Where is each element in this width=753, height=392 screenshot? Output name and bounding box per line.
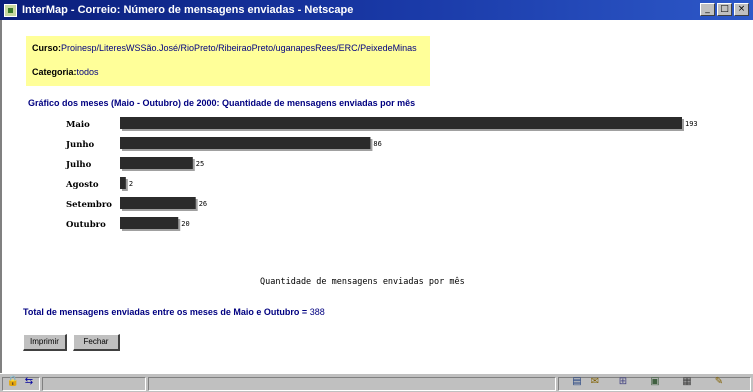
window-title-bar[interactable]: InterMap - Correio: Número de mensagens … [0, 0, 753, 20]
page-content: Curso:Proinesp/LiteresWSSão.José/RioPret… [0, 20, 753, 373]
bar-outubro [120, 217, 179, 229]
bar-maio [120, 117, 682, 129]
edit-icon[interactable]: ✎ [712, 376, 726, 388]
window-title: InterMap - Correio: Número de mensagens … [22, 4, 354, 16]
maximize-button[interactable]: □ [717, 3, 732, 16]
bar-setembro [120, 197, 196, 209]
mail-icon[interactable]: ✉ [588, 376, 602, 388]
value-label-junho: 86 [373, 140, 381, 148]
category-label-julho: Julho [65, 160, 92, 170]
close-button[interactable]: Fechar [73, 334, 120, 351]
value-label-julho: 25 [196, 160, 204, 168]
category-label-maio: Maio [66, 120, 90, 130]
category-label-setembro: Setembro [66, 200, 112, 210]
window-controls: _ □ × [700, 3, 749, 16]
print-button[interactable]: Imprimir [23, 334, 67, 351]
chart-x-axis-label: Quantidade de mensagens enviadas por mês [260, 277, 465, 287]
category-label-outubro: Outubro [66, 220, 106, 230]
category-label-junho: Junho [65, 140, 95, 150]
bar-chart: Maio 193 Junho 86 Julho 25 Agosto 2 Setembro 26 Ou… [65, 117, 698, 231]
minimize-button[interactable]: _ [700, 3, 715, 16]
composer-icon[interactable]: ▣ [648, 376, 662, 388]
bar-agosto [120, 177, 126, 189]
close-window-button[interactable]: × [734, 3, 749, 16]
value-label-setembro: 26 [199, 200, 207, 208]
bar-julho [120, 157, 193, 169]
address-book-icon[interactable]: ▦ [680, 376, 694, 388]
security-icon[interactable]: 🔒 [6, 376, 20, 388]
navigator-icon[interactable]: ▤ [570, 376, 584, 388]
netscape-app-icon[interactable] [4, 3, 17, 17]
connection-icon: ⇆ [24, 376, 34, 387]
bar-junho [120, 137, 371, 149]
discussion-icon[interactable]: ⊞ [616, 376, 630, 388]
total-messages: Total de mensagens enviadas entre os mes… [23, 307, 325, 317]
total-value: 388 [309, 307, 325, 317]
status-message-well [148, 377, 556, 391]
total-text: Total de mensagens enviadas entre os mes… [23, 307, 310, 317]
value-label-outubro: 20 [181, 220, 189, 228]
status-progress-well [42, 377, 146, 391]
value-label-agosto: 2 [129, 180, 133, 188]
value-label-maio: 193 [685, 120, 698, 128]
category-label-agosto: Agosto [65, 180, 99, 190]
status-bar [0, 373, 753, 392]
